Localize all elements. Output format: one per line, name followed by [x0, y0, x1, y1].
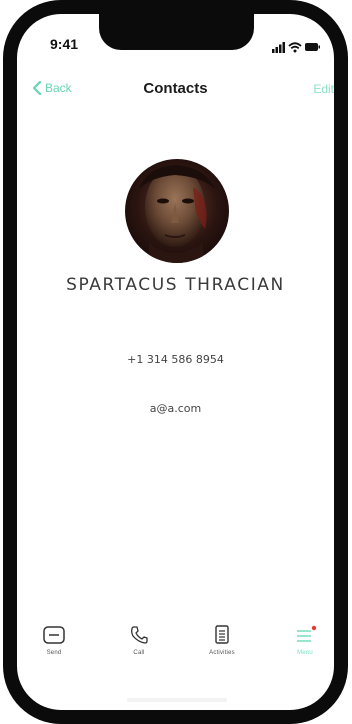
page-title: Contacts — [143, 80, 208, 97]
contact-phone[interactable]: +1 314 586 8954 — [17, 353, 334, 366]
phone-frame: 9:41 Back Contacts Edit SPARTACUS THRACI… — [3, 0, 348, 724]
status-icons — [272, 39, 322, 53]
tab-label-menu: Menu — [297, 650, 313, 656]
signal-icon — [272, 42, 285, 53]
document-icon — [209, 622, 235, 648]
tab-label-call: Call — [133, 650, 145, 656]
menu-icon — [292, 622, 318, 648]
avatar — [125, 159, 229, 263]
tab-activities[interactable]: Activities — [187, 622, 257, 674]
tab-label-send: Send — [46, 650, 62, 656]
tab-bar: Send Call Activities Menu — [17, 622, 334, 682]
phone-icon — [126, 622, 152, 648]
tab-menu[interactable]: Menu — [270, 622, 334, 674]
home-indicator — [127, 698, 227, 702]
phone-screen: 9:41 Back Contacts Edit SPARTACUS THRACI… — [17, 14, 334, 710]
notch — [99, 14, 254, 50]
tab-send[interactable]: Send — [19, 622, 89, 674]
edit-button[interactable]: Edit — [313, 82, 334, 96]
notification-badge — [311, 625, 317, 631]
contact-email[interactable]: a@a.com — [17, 402, 334, 415]
battery-icon — [305, 43, 320, 51]
tab-label-activities: Activities — [209, 650, 235, 656]
contact-name: SPARTACUS THRACIAN — [66, 275, 285, 295]
message-icon — [41, 622, 67, 648]
avatar-photo — [125, 159, 229, 263]
tab-call[interactable]: Call — [104, 622, 174, 674]
wifi-icon — [288, 42, 302, 53]
status-time: 9:41 — [50, 36, 79, 52]
